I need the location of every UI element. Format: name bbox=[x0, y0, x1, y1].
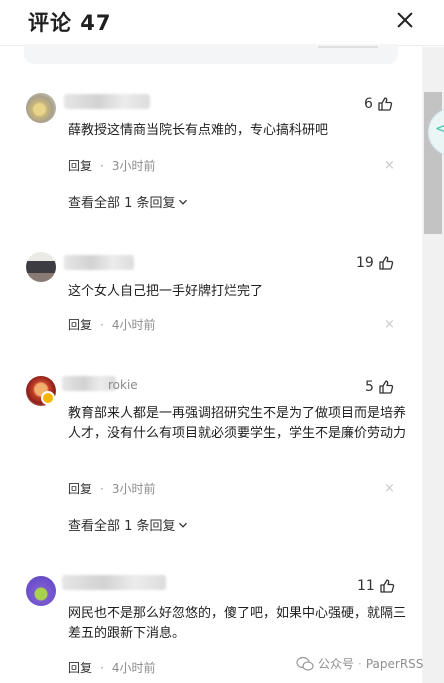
chevron-down-icon bbox=[178, 522, 187, 528]
comment-text: 网民也不是那么好忽悠的，傻了吧，如果中心强硬，就隔三差五的跟新下消息。 bbox=[68, 606, 407, 641]
timestamp: 4小时前 bbox=[111, 661, 156, 675]
like-button[interactable]: 19 bbox=[356, 253, 394, 273]
verified-badge-icon bbox=[41, 391, 55, 405]
comment-input-area[interactable] bbox=[24, 44, 398, 64]
delete-icon[interactable]: × bbox=[384, 317, 395, 332]
username-blurred bbox=[64, 255, 134, 270]
like-button[interactable]: 6 bbox=[364, 94, 393, 114]
page-title: 评论 47 bbox=[28, 11, 112, 35]
like-count: 11 bbox=[357, 578, 375, 594]
reply-button[interactable]: 回复 bbox=[68, 659, 92, 676]
thumbs-up-icon bbox=[379, 380, 394, 394]
comments-header: 评论 47 bbox=[0, 0, 444, 44]
delete-icon[interactable]: × bbox=[384, 158, 395, 173]
username-blurred bbox=[62, 575, 166, 590]
thumbs-up-icon bbox=[379, 256, 394, 270]
avatar[interactable] bbox=[26, 93, 56, 123]
avatar[interactable] bbox=[26, 576, 56, 606]
separator-dot: · bbox=[358, 656, 362, 671]
wechat-icon bbox=[296, 656, 314, 671]
input-bar bbox=[318, 46, 378, 48]
delete-icon[interactable]: × bbox=[384, 481, 395, 496]
comment-text: 这个女人自己把一手好牌打烂完了 bbox=[68, 284, 264, 299]
reply-button[interactable]: 回复 bbox=[68, 157, 92, 174]
view-all-replies-label: 查看全部 1 条回复 bbox=[68, 519, 176, 534]
view-all-replies-link[interactable]: 查看全部 1 条回复 bbox=[68, 515, 188, 534]
separator-dot: · bbox=[100, 660, 104, 675]
like-button[interactable]: 11 bbox=[357, 576, 395, 596]
timestamp: 4小时前 bbox=[111, 318, 156, 332]
username[interactable]: rokie bbox=[108, 378, 138, 392]
separator-dot: · bbox=[100, 481, 104, 496]
like-count: 5 bbox=[365, 379, 374, 395]
username-blurred bbox=[64, 94, 150, 109]
thumbs-up-icon bbox=[380, 579, 395, 593]
reply-button[interactable]: 回复 bbox=[68, 316, 92, 333]
like-count: 6 bbox=[364, 96, 373, 112]
comment-meta: 回复 · 3小时前 bbox=[68, 157, 155, 174]
comment-meta: 回复 · 4小时前 bbox=[68, 659, 155, 676]
separator-dot: · bbox=[100, 317, 104, 332]
arrow-left-icon: < bbox=[435, 121, 444, 137]
comment-text: 教育部来人都是一再强调招研究生不是为了做项目而是培养人才，没有什么有项目就必须要… bbox=[68, 406, 407, 441]
reply-button[interactable]: 回复 bbox=[68, 480, 92, 497]
comment-meta: 回复 · 3小时前 bbox=[68, 480, 155, 497]
view-all-replies-label: 查看全部 1 条回复 bbox=[68, 196, 176, 211]
close-icon[interactable] bbox=[392, 7, 418, 33]
separator-dot: · bbox=[100, 158, 104, 173]
chevron-down-icon bbox=[178, 199, 187, 205]
watermark: 公众号 · PaperRSS bbox=[296, 655, 423, 672]
watermark-name: PaperRSS bbox=[365, 656, 424, 671]
watermark-brand: 公众号 bbox=[318, 657, 355, 671]
thumbs-up-icon bbox=[378, 97, 393, 111]
comment-meta: 回复 · 4小时前 bbox=[68, 316, 155, 333]
like-count: 19 bbox=[356, 255, 374, 271]
like-button[interactable]: 5 bbox=[365, 377, 394, 397]
timestamp: 3小时前 bbox=[111, 482, 156, 496]
comment-text: 薛教授这情商当院长有点难的，专心搞科研吧 bbox=[68, 123, 329, 138]
view-all-replies-link[interactable]: 查看全部 1 条回复 bbox=[68, 192, 188, 211]
avatar[interactable] bbox=[26, 252, 56, 282]
timestamp: 3小时前 bbox=[111, 159, 156, 173]
